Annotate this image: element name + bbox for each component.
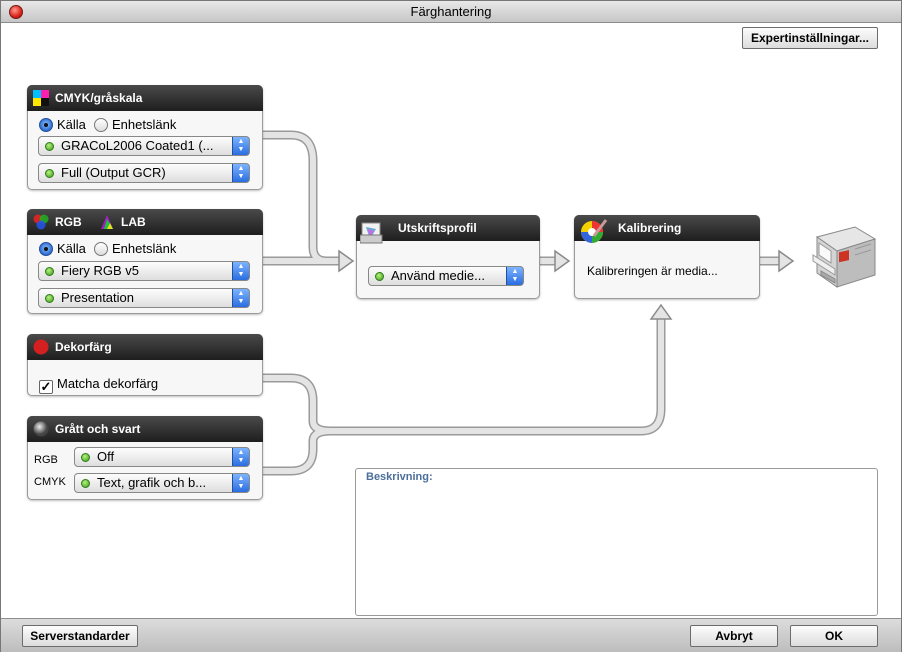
cmyk-render-select[interactable]: Full (Output GCR) ▲ ▼ bbox=[38, 163, 250, 183]
status-ok-icon bbox=[45, 169, 54, 178]
arrowhead-up bbox=[649, 303, 673, 320]
ok-button[interactable]: OK bbox=[790, 625, 878, 647]
cmyk-panel: CMYK/gråskala Källa Enhetslänk GRACoL200… bbox=[27, 85, 263, 190]
cmyk-radio-device-link[interactable]: Enhetslänk bbox=[94, 116, 176, 134]
radio-unselected-icon[interactable] bbox=[94, 242, 108, 256]
status-ok-icon bbox=[45, 267, 54, 276]
rgb-panel-header: RGB LAB bbox=[27, 209, 263, 235]
status-ok-icon bbox=[81, 453, 90, 462]
calibration-text: Kalibreringen är media... bbox=[587, 264, 718, 278]
gray-rgb-value: Off bbox=[97, 449, 115, 464]
spot-color-panel: Dekorfärg ✓ Matcha dekorfärg bbox=[27, 334, 263, 396]
select-arrows-icon: ▲ ▼ bbox=[232, 137, 249, 155]
select-arrows-icon: ▲ ▼ bbox=[232, 448, 249, 466]
gray-rgb-label: RGB bbox=[34, 454, 58, 466]
gray-dot-icon bbox=[33, 421, 49, 437]
gray-black-panel: Grått och svart RGB Off ▲ ▼ CMYK Text, gr… bbox=[27, 416, 263, 500]
calibration-panel: Kalibrering Kalibreringen är media... bbox=[574, 215, 760, 299]
spot-panel-header: Dekorfärg bbox=[27, 334, 263, 360]
gray-rgb-select[interactable]: Off ▲ ▼ bbox=[74, 447, 250, 467]
color-management-window: Färghantering Expertinställningar... CMY… bbox=[0, 0, 902, 652]
output-panel-title: Utskriftsprofil bbox=[398, 221, 477, 235]
match-spot-label: Matcha dekorfärg bbox=[57, 376, 159, 391]
status-ok-icon bbox=[45, 294, 54, 303]
gray-panel-title: Grått och svart bbox=[55, 422, 141, 436]
radio-selected-icon[interactable] bbox=[39, 242, 53, 256]
rgb-radio-source[interactable]: Källa bbox=[39, 240, 86, 258]
rgb-profile-select[interactable]: Fiery RGB v5 ▲ ▼ bbox=[38, 261, 250, 281]
spot-panel-title: Dekorfärg bbox=[55, 340, 112, 354]
printer-icon bbox=[812, 226, 877, 288]
select-arrows-icon: ▲ ▼ bbox=[232, 262, 249, 280]
cmyk-radio-device-link-label: Enhetslänk bbox=[112, 117, 177, 132]
radio-unselected-icon[interactable] bbox=[94, 118, 108, 132]
bottom-bar: Serverstandarder Avbryt OK bbox=[1, 618, 901, 652]
radio-selected-icon[interactable] bbox=[39, 118, 53, 132]
cmyk-panel-header: CMYK/gråskala bbox=[27, 85, 263, 111]
cancel-button[interactable]: Avbryt bbox=[690, 625, 778, 647]
status-ok-icon bbox=[45, 142, 54, 151]
gray-cmyk-value: Text, grafik och b... bbox=[97, 475, 207, 490]
calibration-panel-title: Kalibrering bbox=[618, 221, 682, 235]
rgb-circles-icon bbox=[33, 214, 49, 230]
status-ok-icon bbox=[81, 479, 90, 488]
description-box: Beskrivning: bbox=[355, 468, 878, 616]
checkmark-icon[interactable]: ✓ bbox=[39, 380, 53, 394]
rgb-radio-device-link-label: Enhetslänk bbox=[112, 241, 177, 256]
description-title: Beskrivning: bbox=[366, 471, 433, 483]
select-arrows-icon: ▲ ▼ bbox=[232, 164, 249, 182]
cmyk-swatch-icon bbox=[33, 90, 49, 106]
gray-panel-header: Grått och svart bbox=[27, 416, 263, 442]
select-arrows-icon: ▲ ▼ bbox=[506, 267, 523, 285]
rgb-panel-title: RGB bbox=[55, 215, 82, 229]
cmyk-profile-value: GRACoL2006 Coated1 (... bbox=[61, 138, 214, 153]
output-profile-panel: Utskriftsprofil Använd medie... ▲ ▼ bbox=[356, 215, 540, 299]
color-wheel-icon bbox=[581, 219, 608, 243]
cmyk-radio-source[interactable]: Källa bbox=[39, 116, 86, 134]
rgb-profile-value: Fiery RGB v5 bbox=[61, 263, 140, 278]
output-profile-value: Använd medie... bbox=[391, 268, 485, 283]
red-dot-icon bbox=[33, 339, 49, 355]
server-defaults-button[interactable]: Serverstandarder bbox=[22, 625, 138, 647]
gray-cmyk-select[interactable]: Text, grafik och b... ▲ ▼ bbox=[74, 473, 250, 493]
cmyk-radio-source-label: Källa bbox=[57, 117, 86, 132]
select-arrows-icon: ▲ ▼ bbox=[232, 474, 249, 492]
arrowhead-right-2 bbox=[554, 249, 571, 273]
cmyk-render-value: Full (Output GCR) bbox=[61, 165, 166, 180]
calibration-panel-header: Kalibrering bbox=[574, 215, 760, 243]
cmyk-profile-select[interactable]: GRACoL2006 Coated1 (... ▲ ▼ bbox=[38, 136, 250, 156]
rgb-radio-device-link[interactable]: Enhetslänk bbox=[94, 240, 176, 258]
output-profile-select[interactable]: Använd medie... ▲ ▼ bbox=[368, 266, 524, 286]
lab-triangle-icon bbox=[101, 215, 113, 229]
match-spot-checkbox[interactable]: ✓ Matcha dekorfärg bbox=[39, 375, 159, 394]
rgb-render-value: Presentation bbox=[61, 290, 134, 305]
arrowhead-right-1 bbox=[338, 249, 355, 273]
rgb-render-select[interactable]: Presentation ▲ ▼ bbox=[38, 288, 250, 308]
cmyk-panel-title: CMYK/gråskala bbox=[55, 91, 143, 105]
status-ok-icon bbox=[375, 272, 384, 281]
lab-panel-title: LAB bbox=[121, 215, 146, 229]
gray-cmyk-label: CMYK bbox=[34, 476, 66, 488]
output-panel-header: Utskriftsprofil bbox=[356, 215, 540, 244]
rgb-radio-source-label: Källa bbox=[57, 241, 86, 256]
rgb-panel: RGB LAB Källa Enhetslänk Fiery RGB v5 ▲ ▼… bbox=[27, 209, 263, 314]
arrowhead-right-3 bbox=[778, 249, 795, 273]
select-arrows-icon: ▲ ▼ bbox=[232, 289, 249, 307]
printer-profile-icon bbox=[360, 222, 383, 244]
